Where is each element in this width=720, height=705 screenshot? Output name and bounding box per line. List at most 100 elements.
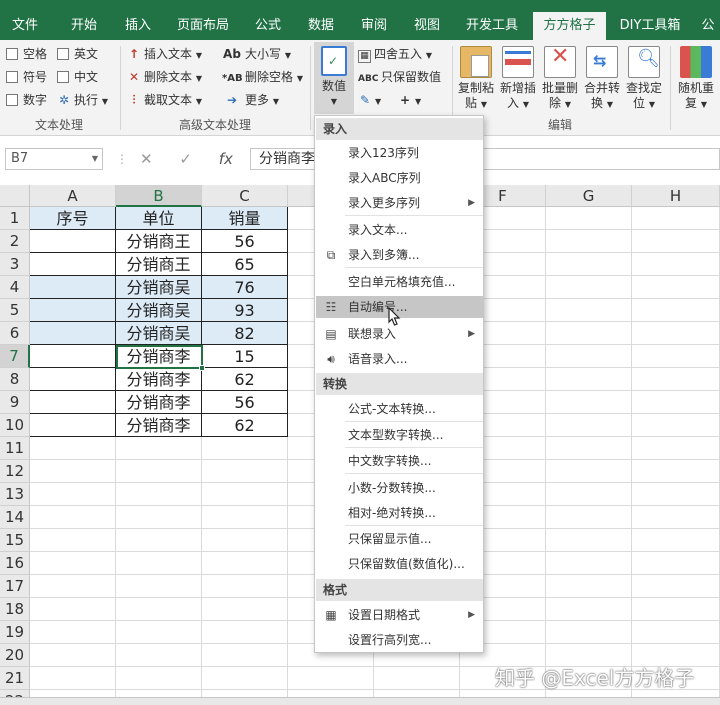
table-cell[interactable]: 分销商王 [116,253,202,276]
empty-cell[interactable] [546,253,632,276]
function-icon[interactable]: fx [219,150,233,168]
empty-cell[interactable] [546,483,632,506]
table-cell[interactable] [30,414,116,437]
empty-cell[interactable] [632,598,720,621]
row-header-17[interactable]: 17 [0,575,30,598]
empty-cell[interactable] [632,529,720,552]
table-cell[interactable]: 62 [202,368,288,391]
empty-cell[interactable] [30,460,116,483]
table-cell[interactable] [30,299,116,322]
table-cell[interactable] [30,322,116,345]
empty-cell[interactable] [30,598,116,621]
table-cell[interactable]: 76 [202,276,288,299]
row-header-3[interactable]: 3 [0,253,30,276]
menu-item-keep-numeric[interactable]: 只保留数值(数值化)... [316,553,483,575]
empty-cell[interactable] [546,575,632,598]
empty-cell[interactable] [116,506,202,529]
table-cell[interactable]: 分销商吴 [116,276,202,299]
empty-cell[interactable] [546,299,632,322]
empty-cell[interactable] [546,345,632,368]
table-cell[interactable]: 82 [202,322,288,345]
empty-cell[interactable] [202,506,288,529]
row-header-10[interactable]: 10 [0,414,30,437]
column-header-b[interactable]: B [116,185,202,207]
execute-button[interactable]: ✲ 执行 ▼ [57,90,108,110]
checkbox-symbol[interactable]: 符号 [6,67,47,87]
row-header-20[interactable]: 20 [0,644,30,667]
empty-cell[interactable] [30,506,116,529]
table-cell[interactable]: 分销商李 [116,368,202,391]
add-button[interactable]: + ▼ [398,90,421,110]
table-cell[interactable]: 56 [202,230,288,253]
empty-cell[interactable] [202,552,288,575]
checkbox-space[interactable]: 空格 [6,44,47,64]
empty-cell[interactable] [632,437,720,460]
empty-cell[interactable] [288,667,374,690]
empty-cell[interactable] [116,598,202,621]
empty-cell[interactable] [116,575,202,598]
empty-cell[interactable] [202,529,288,552]
copy-paste-button[interactable]: 复制粘 贴 ▼ [455,46,497,112]
column-header-c[interactable]: C [202,185,288,207]
tab-review[interactable]: 审阅 [348,12,400,40]
case-button[interactable]: Ab 大小写 ▼ [222,44,291,64]
checkbox-chinese[interactable]: 中文 [57,67,98,87]
menu-item-formula-text[interactable]: 公式-文本转换... [316,398,483,420]
table-header-cell[interactable]: 销量 [202,207,288,230]
empty-cell[interactable] [546,621,632,644]
empty-cell[interactable] [546,598,632,621]
insert-new-button[interactable]: 新增插 入 ▼ [497,46,539,112]
table-cell[interactable]: 56 [202,391,288,414]
empty-cell[interactable] [202,460,288,483]
menu-item-voice-input[interactable]: 🔊︎ 语音录入... [316,348,483,370]
table-cell[interactable]: 分销商吴 [116,322,202,345]
menu-item-input-text[interactable]: 录入文本... [316,219,483,241]
round-button[interactable]: ▦ 四舍五入 ▼ [358,44,432,64]
row-header-2[interactable]: 2 [0,230,30,253]
empty-cell[interactable] [116,460,202,483]
menu-item-decimal-fraction[interactable]: 小数-分数转换... [316,477,483,499]
row-header-12[interactable]: 12 [0,460,30,483]
tab-developer[interactable]: 开发工具 [452,12,532,40]
row-header-18[interactable]: 18 [0,598,30,621]
table-cell[interactable] [30,253,116,276]
menu-item-input-123[interactable]: 录入123序列 [316,142,483,164]
empty-cell[interactable] [632,276,720,299]
empty-cell[interactable] [546,437,632,460]
table-cell[interactable] [30,276,116,299]
empty-cell[interactable] [116,483,202,506]
empty-cell[interactable] [202,575,288,598]
row-header-16[interactable]: 16 [0,552,30,575]
random-repeat-button[interactable]: 随机重 复 ▼ [674,46,718,112]
empty-cell[interactable] [116,644,202,667]
row-header-6[interactable]: 6 [0,322,30,345]
empty-cell[interactable] [30,483,116,506]
confirm-icon[interactable]: ✓ [179,150,192,168]
empty-cell[interactable] [546,391,632,414]
empty-cell[interactable] [116,667,202,690]
empty-cell[interactable] [116,529,202,552]
empty-cell[interactable] [546,230,632,253]
empty-cell[interactable] [546,414,632,437]
row-header-7[interactable]: 7 [0,345,30,368]
tab-formulas[interactable]: 公式 [243,12,293,40]
empty-cell[interactable] [632,552,720,575]
row-header-5[interactable]: 5 [0,299,30,322]
empty-cell[interactable] [546,207,632,230]
name-box[interactable]: B7 ▼ [5,148,103,170]
menu-item-text-number[interactable]: 文本型数字转换... [316,424,483,446]
empty-cell[interactable] [546,368,632,391]
empty-cell[interactable] [30,644,116,667]
empty-cell[interactable] [632,621,720,644]
empty-cell[interactable] [546,529,632,552]
tab-page-layout[interactable]: 页面布局 [163,12,243,40]
table-header-cell[interactable]: 序号 [30,207,116,230]
table-cell[interactable]: 分销商李 [116,391,202,414]
empty-cell[interactable] [202,667,288,690]
tab-file[interactable]: 文件 [0,12,50,40]
empty-cell[interactable] [202,437,288,460]
fill-handle[interactable] [199,365,205,371]
table-cell[interactable]: 15 [202,345,288,368]
empty-cell[interactable] [632,253,720,276]
table-cell[interactable]: 分销商王 [116,230,202,253]
